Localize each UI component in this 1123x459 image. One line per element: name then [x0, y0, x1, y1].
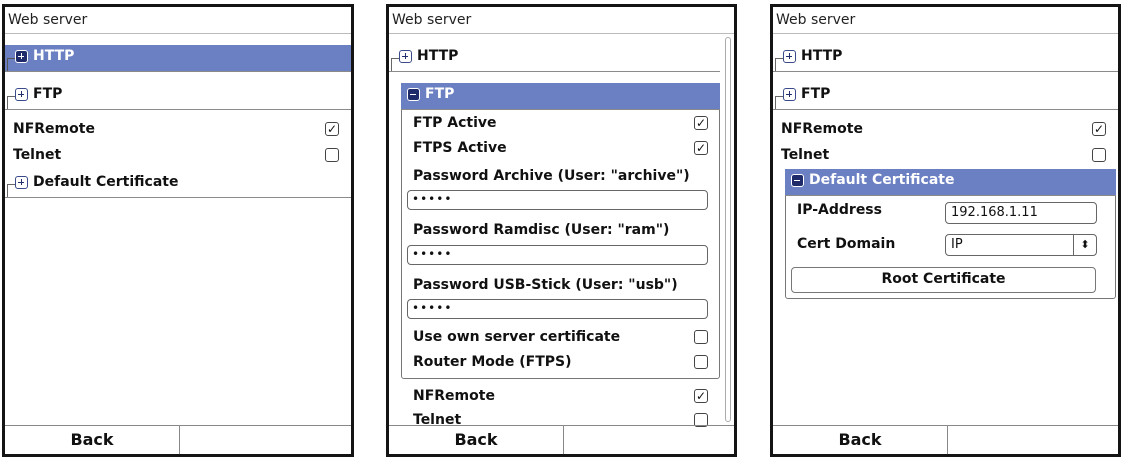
nfremote-label: NFRemote [781, 121, 863, 137]
password-archive-label: Password Archive (User: "archive") [413, 168, 690, 184]
nfremote-checkbox[interactable]: ✓ [1092, 122, 1106, 136]
expand-icon[interactable] [783, 50, 796, 63]
tree-bracket [7, 184, 15, 197]
tree-bracket [775, 96, 783, 109]
row-router-mode: Router Mode (FTPS) [389, 350, 734, 376]
group-http[interactable]: HTTP [389, 45, 720, 72]
group-label: FTP [33, 86, 63, 102]
group-label: Default Certificate [33, 174, 179, 190]
screen-2: Web server HTTP FTP FTP Active ✓ FTPS Ac… [386, 4, 737, 457]
group-label: HTTP [417, 48, 459, 64]
nfremote-label: NFRemote [413, 388, 495, 404]
root-certificate-button[interactable]: Root Certificate [791, 267, 1096, 293]
telnet-label: Telnet [781, 147, 830, 163]
back-button[interactable]: Back [5, 426, 180, 454]
group-label: FTP [425, 86, 455, 102]
row-ftps-active: FTPS Active ✓ [389, 136, 734, 162]
group-label: Default Certificate [809, 172, 955, 188]
nfremote-checkbox[interactable]: ✓ [325, 122, 339, 136]
row-ftp-active: FTP Active ✓ [389, 111, 734, 137]
expand-icon[interactable] [15, 88, 28, 101]
group-label: HTTP [801, 48, 843, 64]
own-certificate-checkbox[interactable] [694, 330, 708, 344]
expand-icon[interactable] [399, 50, 412, 63]
cert-domain-value: IP [951, 237, 963, 252]
telnet-checkbox[interactable] [1092, 148, 1106, 162]
expand-icon[interactable] [783, 88, 796, 101]
group-label: FTP [801, 86, 831, 102]
screen-title: Web server [773, 7, 1118, 34]
ftp-active-checkbox[interactable]: ✓ [694, 116, 708, 130]
collapse-icon[interactable] [791, 174, 804, 187]
ip-address-input[interactable]: 192.168.1.11 [945, 202, 1097, 224]
group-label: HTTP [33, 48, 75, 64]
group-default-certificate[interactable]: Default Certificate [5, 171, 351, 198]
row-own-certificate: Use own server certificate [389, 325, 734, 351]
tree-bracket [775, 58, 783, 71]
row-password-usb: Password USB-Stick (User: "usb") [389, 273, 734, 299]
softkey-bar: Back [389, 425, 734, 454]
row-password-ramdisc: Password Ramdisc (User: "ram") [389, 218, 734, 244]
group-http[interactable]: HTTP [5, 45, 351, 72]
router-mode-label: Router Mode (FTPS) [413, 354, 572, 370]
password-ramdisc-label: Password Ramdisc (User: "ram") [413, 222, 670, 238]
row-telnet: Telnet [5, 143, 351, 169]
back-button[interactable]: Back [389, 426, 564, 454]
own-certificate-label: Use own server certificate [413, 329, 621, 345]
group-default-certificate[interactable]: Default Certificate [785, 169, 1116, 196]
telnet-label: Telnet [13, 147, 62, 163]
ftps-active-checkbox[interactable]: ✓ [694, 141, 708, 155]
expand-icon[interactable] [15, 176, 28, 189]
collapse-icon[interactable] [407, 88, 420, 101]
ftps-active-label: FTPS Active [413, 140, 507, 156]
screen-3: Web server HTTP FTP NFRemote ✓ Telnet De… [770, 4, 1121, 457]
router-mode-checkbox[interactable] [694, 355, 708, 369]
password-ramdisc-field[interactable]: ••••• [407, 245, 708, 265]
group-ftp[interactable]: FTP [773, 83, 1118, 110]
row-password-archive: Password Archive (User: "archive") [389, 164, 734, 190]
back-button[interactable]: Back [773, 426, 948, 454]
screen-1: Web server HTTP FTP NFRemote ✓ Telnet De… [2, 4, 354, 457]
nfremote-label: NFRemote [13, 121, 95, 137]
ftp-active-label: FTP Active [413, 115, 497, 131]
screen-title: Web server [5, 7, 351, 34]
tree-bracket [391, 58, 399, 71]
password-usb-field[interactable]: ••••• [407, 299, 708, 319]
row-nfremote: NFRemote ✓ [5, 117, 351, 143]
softkey-bar: Back [773, 425, 1118, 454]
group-ftp[interactable]: FTP [401, 83, 720, 110]
row-nfremote: NFRemote ✓ [389, 384, 734, 410]
softkey-bar: Back [5, 425, 351, 454]
ip-address-label: IP-Address [797, 202, 882, 218]
password-usb-label: Password USB-Stick (User: "usb") [413, 277, 678, 293]
row-telnet: Telnet [773, 143, 1118, 169]
screen-title: Web server [389, 7, 734, 34]
row-nfremote: NFRemote ✓ [773, 117, 1118, 143]
cert-domain-select[interactable]: IP ⬍ [945, 234, 1097, 256]
nfremote-checkbox[interactable]: ✓ [694, 389, 708, 403]
expand-icon[interactable] [15, 50, 28, 63]
group-http[interactable]: HTTP [773, 45, 1118, 72]
password-archive-field[interactable]: ••••• [407, 190, 708, 210]
spinner-icon[interactable]: ⬍ [1073, 235, 1096, 255]
tree-bracket [7, 96, 15, 109]
cert-domain-label: Cert Domain [797, 236, 896, 252]
telnet-checkbox[interactable] [325, 148, 339, 162]
group-ftp[interactable]: FTP [5, 83, 351, 110]
tree-bracket [7, 58, 15, 71]
